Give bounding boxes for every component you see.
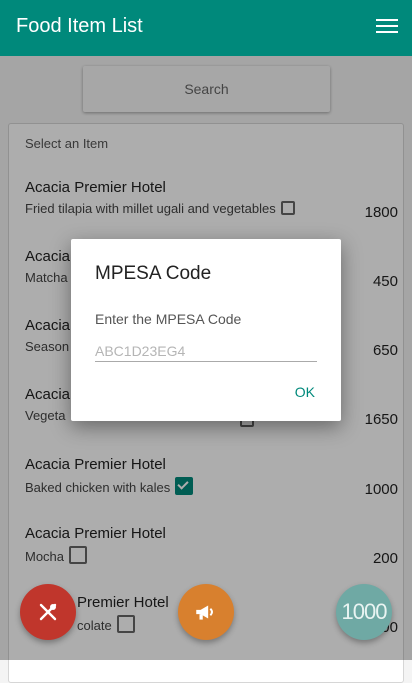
hamburger-menu-icon[interactable]	[376, 19, 398, 37]
app-bar: Food Item List	[0, 0, 412, 56]
dialog-title: MPESA Code	[95, 263, 212, 284]
dialog-message: Enter the MPESA Code	[95, 311, 242, 327]
food-fab-button[interactable]	[20, 584, 76, 640]
ok-button[interactable]: OK	[295, 384, 315, 400]
mpesa-code-input[interactable]	[95, 341, 317, 362]
app-title: Food Item List	[16, 15, 143, 37]
megaphone-icon	[196, 605, 213, 620]
fork-knife-icon	[39, 603, 57, 621]
announce-fab-button[interactable]	[178, 584, 234, 640]
mpesa-code-dialog: MPESA Code Enter the MPESA Code OK	[71, 239, 341, 421]
total-fab-button[interactable]: 1000	[336, 584, 392, 640]
